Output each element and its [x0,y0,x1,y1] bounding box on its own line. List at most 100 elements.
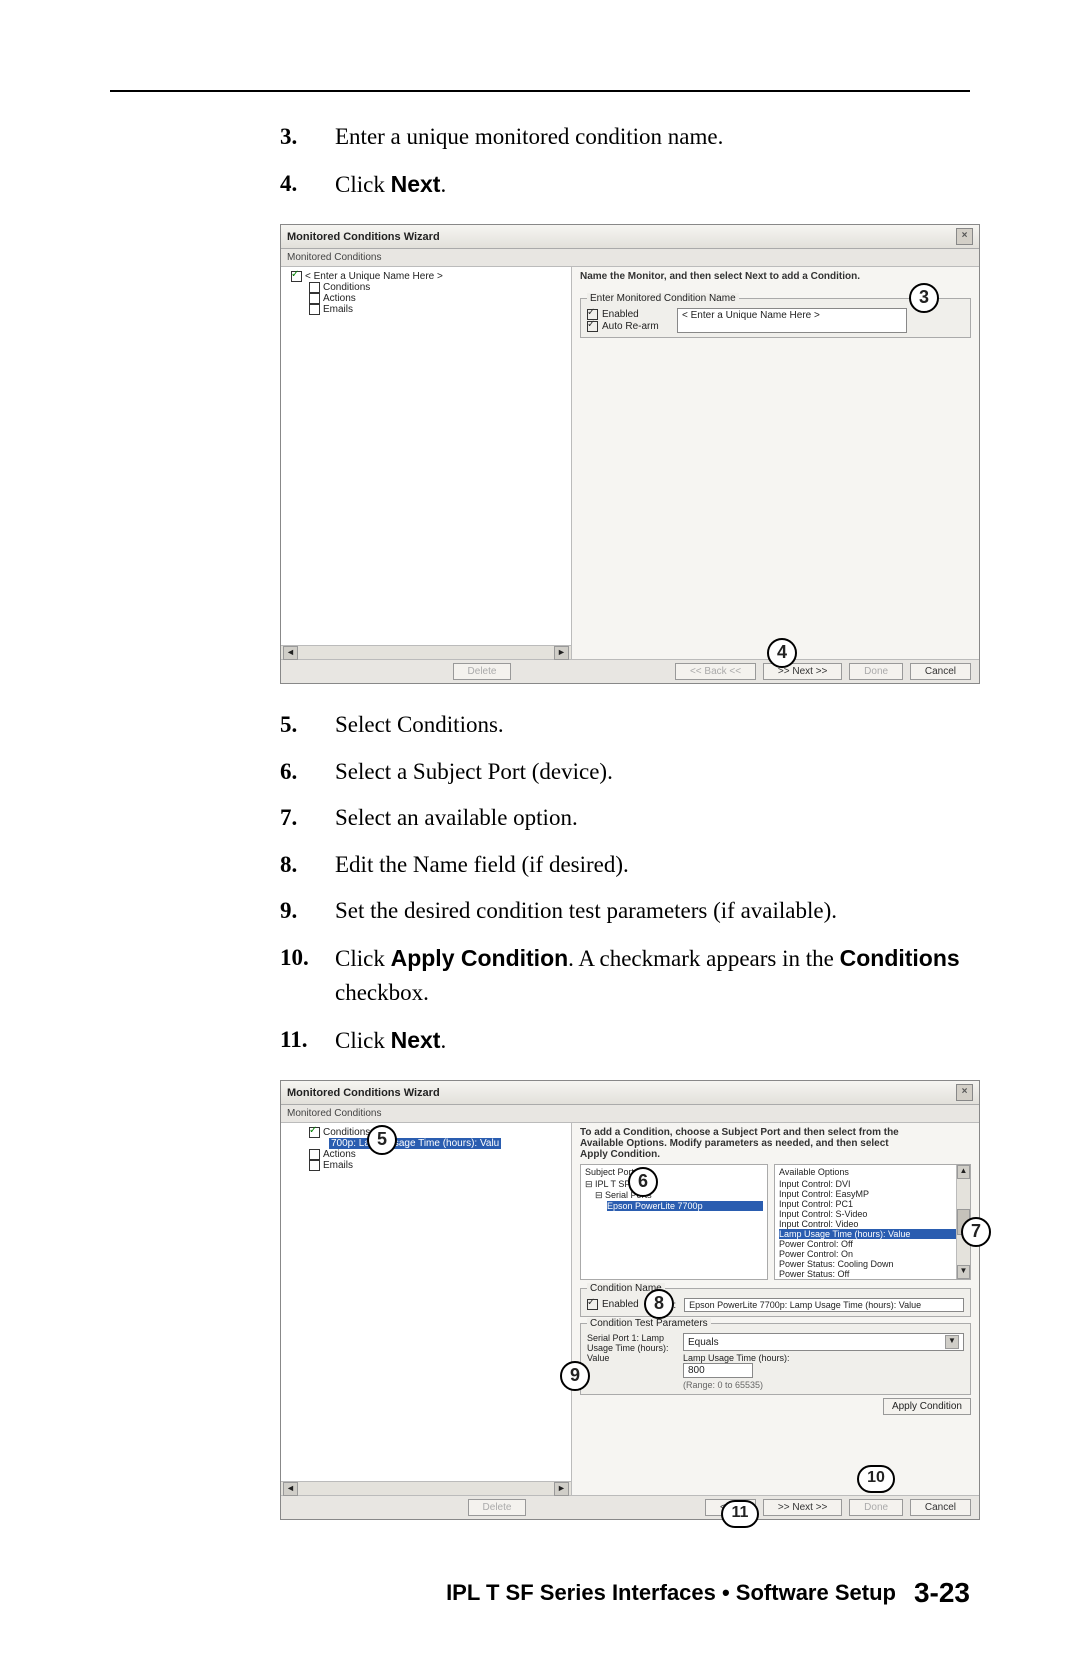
cond-name-input[interactable]: Epson PowerLite 7700p: Lamp Usage Time (… [684,1298,964,1312]
step-num: 5. [280,708,335,743]
step-4: 4. Click Next. [280,167,970,203]
subject-port-panel: Subject Port ⊟ IPL T SF24 ⊟ Serial Ports… [580,1164,768,1280]
callout-11: 11 [721,1500,759,1528]
scroll-left-icon[interactable]: ◄ [283,1482,298,1496]
step-text: Set the desired condition test parameter… [335,894,970,929]
callout-8: 8 [644,1289,674,1319]
b: Conditions [840,945,960,971]
tree-conditions[interactable]: Conditions [309,282,565,293]
done-button[interactable]: Done [849,1499,903,1516]
checkbox-icon[interactable] [587,321,598,332]
wizard-help-text: Name the Monitor, and then select Next t… [580,271,971,282]
tree-emails[interactable]: Emails [309,1160,565,1171]
opt[interactable]: Power Control: Off [779,1239,957,1249]
tree-actions[interactable]: Actions [309,1149,565,1160]
wizard-help-text: To add a Condition, choose a Subject Por… [580,1127,971,1160]
tree-actions[interactable]: Actions [309,293,565,304]
callout-9: 9 [560,1361,590,1391]
tree-conditions[interactable]: Conditions [309,1127,565,1138]
page-number: 3-23 [914,1577,970,1609]
checkbox-icon[interactable] [309,282,320,293]
apply-condition-button[interactable]: Apply Condition [883,1398,971,1415]
checkbox-icon[interactable] [291,271,302,282]
opt[interactable]: Input Control: DVI [779,1179,957,1189]
step-num: 11. [280,1023,335,1059]
instruction-list: 3. Enter a unique monitored condition na… [110,120,970,202]
step-text: Select a Subject Port (device). [335,755,970,790]
lbl: Enabled [602,309,639,320]
opt[interactable]: Input Control: Video [779,1219,957,1229]
checkbox-icon[interactable] [309,1160,320,1171]
tree-dev[interactable]: ⊟ Serial Ports [595,1190,763,1201]
checkbox-icon[interactable] [309,293,320,304]
checkbox-icon[interactable] [309,1127,320,1138]
wizard-body: Conditions 700p: Lamp Usage Time (hours)… [281,1122,979,1495]
callout-4: 4 [767,638,797,668]
condition-name-group: Condition Name Enabled Name: Epson Power… [580,1288,971,1317]
enabled-row[interactable]: Enabled [587,309,667,320]
cancel-button[interactable]: Cancel [910,1499,971,1516]
next-button[interactable]: >> Next >> [763,1499,842,1516]
step-text: Click Next. [335,1023,970,1059]
tree-dev[interactable]: ⊟ IPL T SF24 [585,1179,763,1190]
back-button[interactable]: << Back << [675,663,756,680]
step-num: 7. [280,801,335,836]
value-input[interactable]: 800 [683,1363,753,1378]
tree-emails[interactable]: Emails [309,304,565,315]
delete-button[interactable]: Delete [453,663,512,680]
tree-root[interactable]: < Enter a Unique Name Here > [291,271,565,282]
cancel-button[interactable]: Cancel [910,663,971,680]
close-icon[interactable]: × [956,1084,973,1101]
param-label: Serial Port 1: Lamp Usage Time (hours): … [587,1333,677,1363]
opt[interactable]: Input Control: S-Video [779,1209,957,1219]
opt[interactable]: Power Status: On [779,1279,957,1280]
wizard-right-panel: To add a Condition, choose a Subject Por… [572,1123,979,1495]
done-button[interactable]: Done [849,663,903,680]
enabled-row[interactable]: Enabled [587,1299,639,1310]
group-title: Condition Test Parameters [587,1318,711,1329]
close-icon[interactable]: × [956,228,973,245]
step-text: Edit the Name field (if desired). [335,848,970,883]
callout-5: 5 [367,1125,397,1155]
l: Enabled [602,1300,639,1311]
wizard-footer: Delete << Back << >> Next >> Done Cancel… [281,659,979,683]
tree-dev-selected[interactable]: Epson PowerLite 7700p [607,1201,763,1211]
opt[interactable]: Input Control: EasyMP [779,1189,957,1199]
step-5: 5. Select Conditions. [280,708,970,743]
lbl: Auto Re-arm [602,321,659,332]
operator-select[interactable]: Equals ▼ [683,1333,964,1351]
scroll-up-icon[interactable]: ▲ [957,1165,970,1179]
checkbox-icon[interactable] [587,1299,598,1310]
scrollbar-horizontal[interactable]: ◄ ► [281,645,571,659]
opt-selected[interactable]: Lamp Usage Time (hours): Value [779,1229,957,1239]
step-num: 10. [280,941,335,1011]
scroll-right-icon[interactable]: ► [554,1482,569,1496]
tree-label: Conditions [323,1127,370,1138]
step-text: Select Conditions. [335,708,970,743]
tree-label: Actions [323,293,356,304]
opt[interactable]: Input Control: PC1 [779,1199,957,1209]
tree-label: 700p: Lamp Usage Time (hours): Valu [329,1138,501,1149]
step-3: 3. Enter a unique monitored condition na… [280,120,970,155]
footer-text: IPL T SF Series Interfaces • Software Se… [446,1580,896,1606]
scroll-down-icon[interactable]: ▼ [957,1265,970,1279]
scroll-left-icon[interactable]: ◄ [283,646,298,660]
checkbox-icon[interactable] [309,1149,320,1160]
t: checkbox. [335,980,429,1005]
callout-3: 3 [909,283,939,313]
scroll-right-icon[interactable]: ► [554,646,569,660]
checkbox-icon[interactable] [309,304,320,315]
name-input[interactable]: < Enter a Unique Name Here > [677,308,907,333]
opt[interactable]: Power Status: Off [779,1269,957,1279]
opt[interactable]: Power Status: Cooling Down [779,1259,957,1269]
available-options-panel: Available Options Input Control: DVI Inp… [774,1164,971,1280]
t: Click [335,946,391,971]
scrollbar-horizontal[interactable]: ◄ ► [281,1481,571,1495]
chevron-down-icon[interactable]: ▼ [945,1335,959,1349]
tree-condition-detail[interactable]: 700p: Lamp Usage Time (hours): Valu [329,1138,565,1149]
param-range: (Range: 0 to 65535) [683,1380,964,1390]
delete-button[interactable]: Delete [468,1499,527,1516]
opt[interactable]: Power Control: On [779,1249,957,1259]
autorearm-row[interactable]: Auto Re-arm [587,321,667,332]
col-header: Subject Port [585,1167,763,1177]
